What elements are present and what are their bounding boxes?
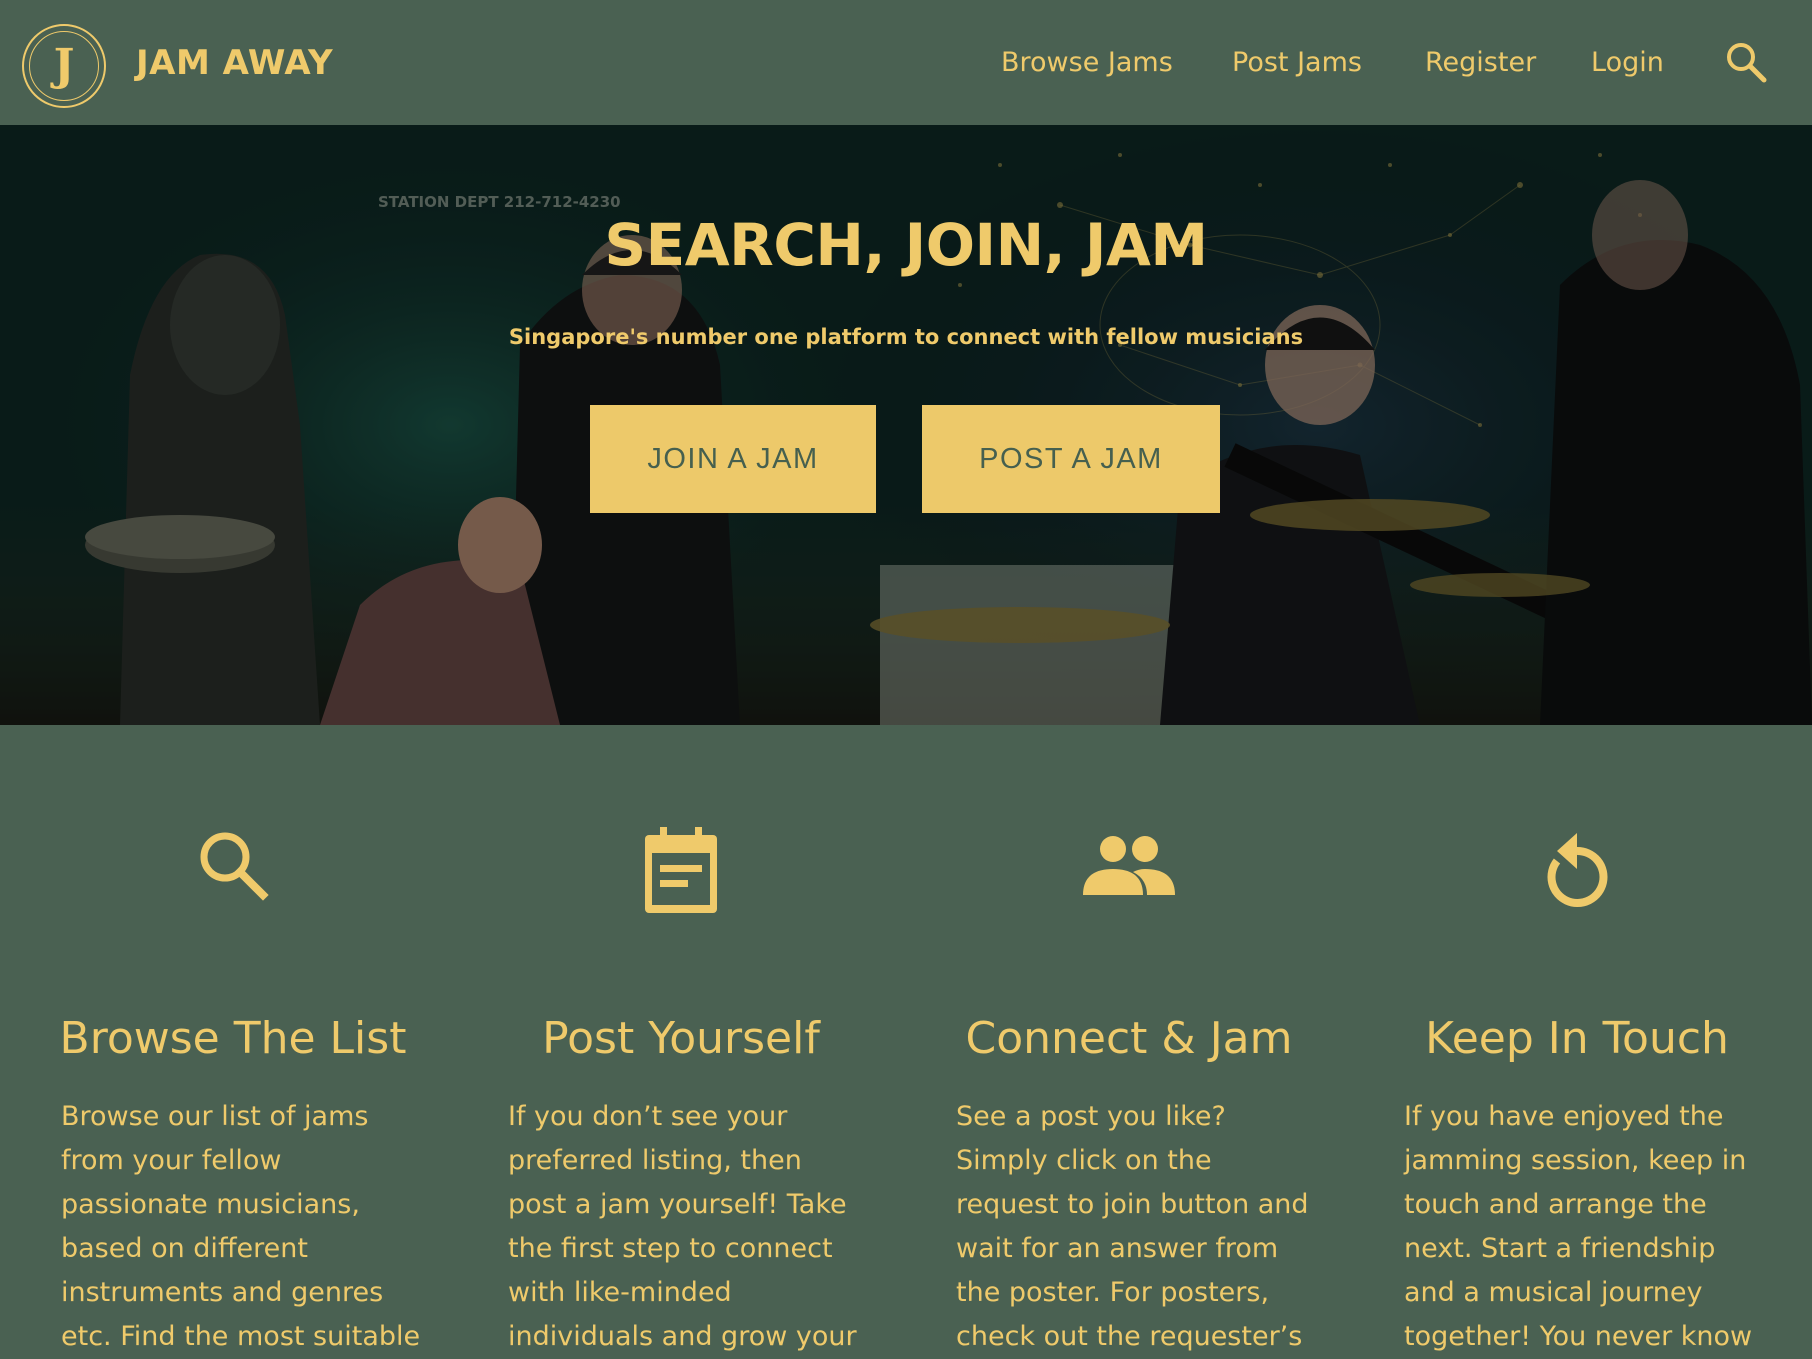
navbar: J JAM AWAY Browse Jams Post Jams Registe…	[0, 0, 1812, 125]
feature-text: See a post you like? Simply click on the…	[956, 1101, 1309, 1352]
join-a-jam-button[interactable]: JOIN A JAM	[590, 405, 876, 513]
feature-title: Keep In Touch	[1425, 1013, 1729, 1064]
brand-name[interactable]: JAM AWAY	[136, 38, 333, 88]
nav-browse-jams[interactable]: Browse Jams	[1001, 38, 1173, 88]
feature-title: Post Yourself	[542, 1013, 820, 1064]
feature-text: If you don’t see your preferred listing,…	[508, 1101, 857, 1352]
nav-register[interactable]: Register	[1425, 38, 1536, 88]
feature-text: If you have enjoyed the jamming session,…	[1404, 1101, 1753, 1352]
search-icon	[33, 825, 433, 925]
people-icon	[929, 825, 1329, 925]
nav-post-jams[interactable]: Post Jams	[1232, 38, 1362, 88]
replay-icon	[1377, 825, 1777, 925]
post-a-jam-button[interactable]: POST A JAM	[922, 405, 1220, 513]
nav-login[interactable]: Login	[1591, 38, 1664, 88]
hero-subtitle: Singapore's number one platform to conne…	[508, 325, 1304, 349]
logo[interactable]: J	[22, 24, 106, 108]
feature-title: Connect & Jam	[965, 1013, 1293, 1064]
feature-text: Browse our list of jams from your fellow…	[61, 1101, 421, 1352]
logo-letter: J	[53, 40, 75, 91]
hero-title: SEARCH, JOIN, JAM	[604, 211, 1208, 279]
hero-banner: STATION DEPT 212-712-4230 SEARCH, JOIN,	[0, 125, 1812, 725]
calendar-icon	[481, 825, 881, 925]
search-icon[interactable]	[1724, 40, 1768, 84]
feature-title: Browse The List	[59, 1013, 407, 1064]
